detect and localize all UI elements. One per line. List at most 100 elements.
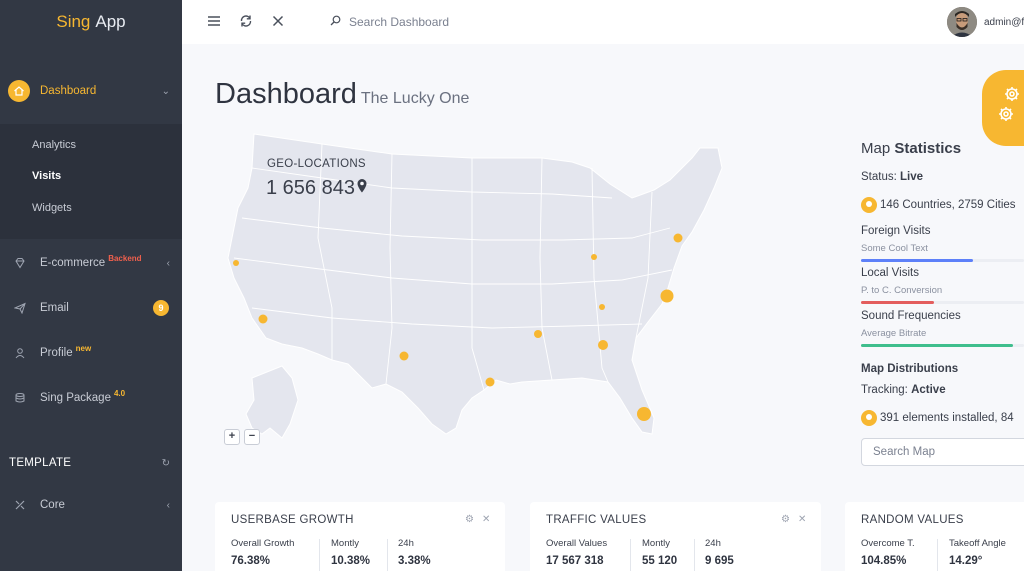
menu-icon[interactable]	[206, 13, 222, 29]
sidebar-subitem-widgets[interactable]: Widgets	[32, 202, 72, 214]
metric-value: 17 567 318	[546, 555, 604, 567]
countries-row: 146 Countries, 2759 Cities	[861, 197, 1016, 213]
brand-logo[interactable]: Sing App	[0, 0, 182, 44]
sidebar-subitem-analytics[interactable]: Analytics	[32, 139, 76, 151]
metric-value: 10.38%	[331, 555, 371, 567]
header-search	[330, 13, 549, 31]
stats-title-a: Map	[861, 140, 891, 157]
search-input[interactable]	[349, 15, 549, 29]
package-label: Sing Package	[40, 392, 111, 404]
theme-settings-toggle[interactable]	[982, 70, 1024, 146]
sidebar-item-core[interactable]: Core ‹	[0, 497, 182, 513]
metric-label: Montly	[642, 538, 670, 549]
metric-value: 55 120	[642, 555, 678, 567]
sidebar-subitem-visits[interactable]: Visits	[32, 170, 61, 182]
traffic-values-card: TRAFFIC VALUES ⚙ ✕ Overall Values 17 567…	[530, 502, 821, 571]
geo-value-number: 1 656 843	[266, 177, 355, 199]
divider	[319, 539, 320, 571]
sidebar-item-dashboard[interactable]: Dashboard ⌄	[0, 77, 182, 105]
local-visits-label: Local Visits	[861, 267, 919, 279]
map-marker-icon	[861, 197, 877, 213]
brand-name-second: App	[95, 12, 126, 31]
local-visits-bar	[861, 301, 1024, 304]
marker-dot	[399, 351, 409, 361]
local-visits-note: P. to C. Conversion	[861, 285, 943, 296]
marker-dot	[258, 314, 268, 324]
gear-icon	[999, 87, 1019, 121]
map-pin-icon	[357, 179, 367, 193]
card-title: RANDOM VALUES	[861, 514, 964, 526]
search-map-input[interactable]	[861, 438, 1024, 466]
sidebar: Sing App Dashboard ⌄ Analytics Visits Wi…	[0, 0, 182, 571]
bar-fill	[861, 301, 935, 304]
tracking-value: Active	[911, 384, 946, 396]
settings-icon[interactable]: ⚙	[781, 514, 790, 525]
metric-label: Overall Growth	[231, 538, 295, 549]
metric: Overall Values 17 567 318	[546, 538, 607, 567]
sidebar-item-email[interactable]: Email 9	[0, 300, 182, 316]
metric: Overall Growth 76.38%	[231, 538, 294, 567]
settings-icon[interactable]: ⚙	[465, 514, 474, 525]
marker-dot	[591, 254, 597, 260]
sidebar-section-title: TEMPLATE	[9, 457, 72, 469]
top-header: admin@f	[182, 0, 1024, 44]
us-map[interactable]	[222, 128, 742, 448]
divider	[387, 539, 388, 571]
sidebar-item-sing-package[interactable]: Sing Package 4.0	[0, 389, 182, 406]
backend-badge: Backend	[108, 254, 142, 263]
card-title: USERBASE GROWTH	[231, 514, 354, 526]
zoom-out-button[interactable]: −	[244, 429, 260, 445]
page-subtitle: The Lucky One	[360, 90, 470, 107]
tools-icon	[14, 499, 26, 511]
refresh-icon[interactable]	[238, 13, 254, 29]
close-icon[interactable]: ✕	[798, 514, 806, 525]
sidebar-item-label: Sing Package 4.0	[40, 389, 126, 404]
countries-text: 146 Countries, 2759 Cities	[880, 199, 1016, 212]
metric: 24h 9 695	[705, 538, 734, 567]
refresh-icon[interactable]: ↻	[162, 458, 170, 469]
metric: Montly 10.38%	[331, 538, 370, 567]
marker-dot	[637, 407, 651, 421]
marker-dot	[673, 233, 683, 243]
avatar[interactable]	[947, 7, 977, 37]
geo-locations-label: GEO-LOCATIONS	[267, 158, 366, 170]
metric-label: 24h	[398, 538, 414, 549]
diamond-icon	[14, 257, 26, 269]
email-count-badge: 9	[153, 300, 169, 316]
close-icon[interactable]: ✕	[482, 514, 490, 525]
metric-value: 3.38%	[398, 555, 431, 567]
sidebar-item-profile[interactable]: Profile new	[0, 344, 182, 361]
sidebar-item-ecommerce[interactable]: E-commerce Backend ‹	[0, 254, 182, 271]
zoom-in-button[interactable]: +	[224, 429, 240, 445]
divider	[937, 539, 938, 571]
database-icon	[14, 392, 26, 404]
cog-icon	[861, 410, 877, 426]
metric: Takeoff Angle 14.29°	[949, 538, 1006, 567]
metric: 24h 3.38%	[398, 538, 431, 567]
paper-plane-icon	[13, 302, 26, 315]
status-value: Live	[900, 171, 924, 183]
map-distributions-title: Map Distributions	[861, 363, 959, 375]
metric-value: 76.38%	[231, 555, 271, 567]
metric-label: Montly	[331, 538, 359, 549]
metric: Montly 55 120	[642, 538, 677, 567]
chevron-left-icon: ‹	[166, 499, 170, 511]
sound-frequencies-note: Average Bitrate	[861, 328, 927, 339]
metric-value: 104.85%	[861, 555, 907, 567]
foreign-visits-label: Foreign Visits	[861, 225, 931, 237]
chevron-down-icon: ⌄	[161, 85, 170, 97]
metric-value: 14.29°	[949, 555, 983, 567]
random-values-card: RANDOM VALUES Overcome T. 104.85% Takeof…	[845, 502, 1024, 571]
user-name[interactable]: admin@f	[984, 17, 1024, 28]
marker-dot	[233, 260, 239, 266]
version-badge: 4.0	[113, 389, 126, 398]
metric: Overcome T. 104.85%	[861, 538, 915, 567]
bar-fill	[861, 259, 974, 262]
close-icon[interactable]	[270, 13, 286, 29]
stats-title: Map Statistics	[861, 140, 961, 157]
new-badge: new	[75, 344, 92, 353]
marker-dot	[485, 377, 495, 387]
card-title: TRAFFIC VALUES	[546, 514, 647, 526]
ecommerce-label: E-commerce	[40, 257, 106, 269]
sidebar-item-label: Dashboard	[40, 85, 97, 97]
